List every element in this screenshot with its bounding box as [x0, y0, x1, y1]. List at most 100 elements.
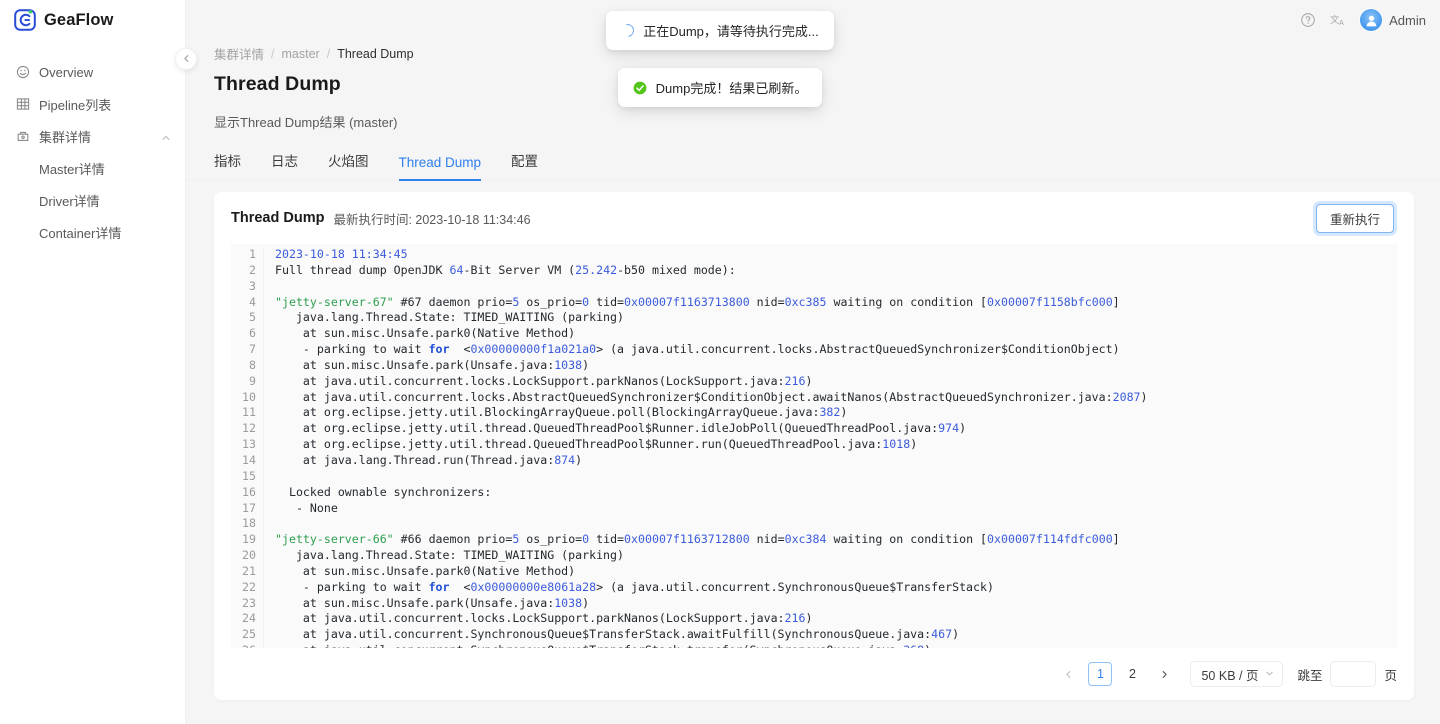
code-line: at java.lang.Thread.run(Thread.java:874)	[275, 453, 1397, 469]
page-subtitle: 显示Thread Dump结果 (master)	[214, 112, 1416, 131]
code-line-number: 21	[231, 564, 256, 580]
page-size-select[interactable]: 50 KB / 页	[1190, 661, 1283, 687]
code-token-plain: - parking to wait	[275, 580, 429, 594]
code-token-plain: at org.eclipse.jetty.util.thread.QueuedT…	[275, 437, 882, 451]
code-token-plain: java.lang.Thread.State: TIMED_WAITING (p…	[275, 548, 624, 562]
code-line: at org.eclipse.jetty.util.BlockingArrayQ…	[275, 405, 1397, 421]
tab-metrics[interactable]: 指标	[214, 150, 241, 180]
code-line: Full thread dump OpenJDK 64-Bit Server V…	[275, 263, 1397, 279]
code-line-number: 19	[231, 532, 256, 548]
chevron-down-icon	[1265, 667, 1274, 681]
code-token-plain: at sun.misc.Unsafe.park0(Native Method)	[275, 326, 575, 340]
code-token-plain: tid=	[589, 532, 624, 546]
code-token-plain: <	[450, 580, 471, 594]
code-line: at org.eclipse.jetty.util.thread.QueuedT…	[275, 437, 1397, 453]
sidebar-item-pipeline-list[interactable]: Pipeline列表	[0, 88, 185, 120]
sidebar-item-label: Overview	[39, 65, 171, 80]
code-line-number: 10	[231, 390, 256, 406]
code-line: java.lang.Thread.State: TIMED_WAITING (p…	[275, 310, 1397, 326]
toast-success[interactable]: Dump完成！结果已刷新。	[618, 68, 823, 107]
code-token-num: 0x00007f1163713800	[624, 295, 750, 309]
code-line: at sun.misc.Unsafe.park0(Native Method)	[275, 564, 1397, 580]
tab-thread-dump[interactable]: Thread Dump	[399, 155, 482, 180]
code-token-plain: at org.eclipse.jetty.util.BlockingArrayQ…	[275, 405, 819, 419]
code-line-number: 15	[231, 469, 256, 485]
brand[interactable]: GeaFlow	[0, 0, 185, 40]
code-token-num: 0xc385	[785, 295, 827, 309]
check-circle-icon	[633, 81, 647, 95]
chevron-up-icon[interactable]	[161, 131, 171, 141]
rerun-button[interactable]: 重新执行	[1316, 204, 1394, 233]
breadcrumb-item-cluster[interactable]: 集群详情	[214, 44, 264, 63]
code-line-number: 9	[231, 374, 256, 390]
code-line: at java.util.concurrent.locks.AbstractQu…	[275, 390, 1397, 406]
code-line: at sun.misc.Unsafe.park(Unsafe.java:1038…	[275, 358, 1397, 374]
code-token-plain: at java.util.concurrent.locks.LockSuppor…	[275, 374, 785, 388]
tab-logs[interactable]: 日志	[271, 150, 298, 180]
code-token-kw: for	[429, 342, 450, 356]
thread-dump-code-block[interactable]: 1234567891011121314151617181920212223242…	[231, 244, 1397, 648]
code-token-plain: #67 daemon prio=	[394, 295, 513, 309]
sidebar-item-overview[interactable]: Overview	[0, 56, 185, 88]
code-token-str: "jetty-server-67"	[275, 295, 394, 309]
code-token-plain: )	[806, 611, 813, 625]
code-line-number: 22	[231, 580, 256, 596]
code-line: 2023-10-18 11:34:45	[275, 247, 1397, 263]
code-line-number: 3	[231, 279, 256, 295]
loading-spinner-icon	[619, 21, 637, 39]
tab-bar: 指标 日志 火焰图 Thread Dump 配置	[186, 150, 1440, 181]
code-token-num: 216	[785, 611, 806, 625]
tab-config[interactable]: 配置	[511, 150, 538, 180]
sidebar-collapse-button[interactable]	[175, 48, 197, 70]
code-line: at org.eclipse.jetty.util.thread.QueuedT…	[275, 421, 1397, 437]
code-token-plain: tid=	[589, 295, 624, 309]
question-circle-icon[interactable]	[1300, 12, 1316, 28]
topbar-right: 文 A Admin	[1300, 0, 1426, 40]
pagination-jump-input[interactable]	[1330, 661, 1376, 687]
code-line-numbers: 1234567891011121314151617181920212223242…	[231, 247, 264, 648]
breadcrumb-item-thread-dump: Thread Dump	[337, 47, 413, 61]
code-token-plain: at sun.misc.Unsafe.park0(Native Method)	[275, 564, 575, 578]
code-token-plain: )	[582, 358, 589, 372]
sidebar-item-container-detail[interactable]: Container详情	[0, 216, 185, 248]
code-line-number: 8	[231, 358, 256, 374]
user-menu[interactable]: Admin	[1360, 9, 1426, 31]
code-token-num: 0x00007f1163712800	[624, 532, 750, 546]
toast-loading[interactable]: 正在Dump，请等待执行完成...	[606, 11, 834, 50]
code-token-plain: at java.util.concurrent.SynchronousQueue…	[275, 627, 931, 641]
code-line-number: 26	[231, 643, 256, 648]
code-line: - parking to wait for <0x00000000f1a021a…	[275, 342, 1397, 358]
code-token-plain: > (a java.util.concurrent.locks.Abstract…	[596, 342, 1120, 356]
sidebar: GeaFlow Overview	[0, 0, 186, 724]
code-line: at java.util.concurrent.SynchronousQueue…	[275, 627, 1397, 643]
code-token-plain: Full thread dump OpenJDK	[275, 263, 450, 277]
breadcrumb-item-master[interactable]: master	[282, 47, 320, 61]
code-token-num: 1038	[554, 358, 582, 372]
code-token-plain: java.lang.Thread.State: TIMED_WAITING (p…	[275, 310, 624, 324]
code-token-num: 974	[938, 421, 959, 435]
code-token-num: 0x00000000f1a021a0	[470, 342, 596, 356]
code-line-number: 11	[231, 405, 256, 421]
code-token-kw: for	[429, 580, 450, 594]
svg-text:A: A	[1339, 18, 1344, 27]
translate-icon[interactable]: 文 A	[1330, 12, 1346, 28]
code-token-num: 382	[819, 405, 840, 419]
breadcrumb-separator: /	[271, 47, 274, 61]
sidebar-item-driver-detail[interactable]: Driver详情	[0, 184, 185, 216]
code-token-plain: os_prio=	[519, 295, 582, 309]
code-token-plain: - parking to wait	[275, 342, 429, 356]
code-token-num: 467	[931, 627, 952, 641]
code-line-number: 6	[231, 326, 256, 342]
code-token-num: 0xc384	[785, 532, 827, 546]
pagination-next-button[interactable]	[1152, 662, 1176, 686]
main-content: 集群详情 / master / Thread Dump Thread Dump …	[186, 0, 1440, 724]
chevron-left-icon	[182, 50, 191, 68]
tab-flamegraph[interactable]: 火焰图	[328, 150, 369, 180]
sidebar-sub-label: Container详情	[39, 223, 121, 242]
pagination-page-2[interactable]: 2	[1120, 662, 1144, 686]
code-token-num: 0x00000000e8061a28	[470, 580, 596, 594]
pagination-prev-button[interactable]	[1056, 662, 1080, 686]
pagination-page-1[interactable]: 1	[1088, 662, 1112, 686]
sidebar-item-master-detail[interactable]: Master详情	[0, 152, 185, 184]
sidebar-item-cluster-detail[interactable]: 集群详情	[0, 120, 185, 152]
